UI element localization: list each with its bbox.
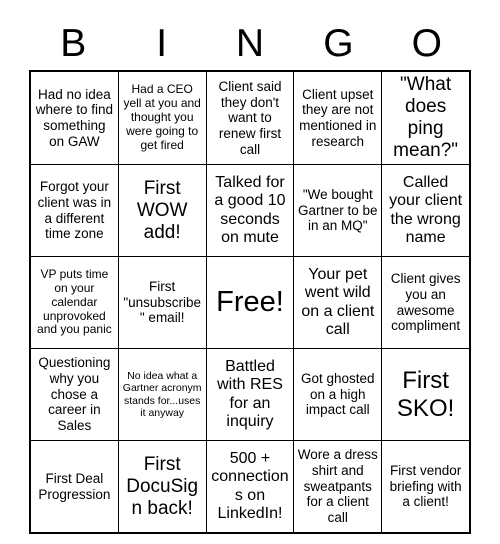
bingo-row: VP puts time on your calendar unprovoked… bbox=[29, 256, 471, 350]
bingo-cell[interactable]: First vendor briefing with a client! bbox=[381, 440, 471, 534]
bingo-cell[interactable]: Got ghosted on a high impact call bbox=[293, 348, 383, 442]
bingo-cell[interactable]: No idea what a Gartner acronym stands fo… bbox=[117, 348, 207, 442]
header-letter-i: I bbox=[156, 21, 168, 65]
bingo-cell[interactable]: Had a CEO yell at you and thought you we… bbox=[117, 70, 207, 166]
bingo-cell[interactable]: First DocuSign back! bbox=[117, 440, 207, 534]
bingo-cell[interactable]: First "unsubscribe" email! bbox=[117, 256, 207, 350]
bingo-cell[interactable]: Called your client the wrong name bbox=[381, 164, 471, 258]
header-letter-b: B bbox=[60, 21, 87, 65]
bingo-row: Forgot your client was in a different ti… bbox=[29, 164, 471, 258]
bingo-cell[interactable]: First SKO! bbox=[381, 348, 471, 442]
bingo-grid: Had no idea where to find something on G… bbox=[29, 70, 471, 535]
bingo-cell[interactable]: Client said they don't want to renew fir… bbox=[205, 70, 295, 166]
bingo-cell[interactable]: Client gives you an awesome compliment bbox=[381, 256, 471, 350]
bingo-cell-free[interactable]: Free! bbox=[205, 256, 295, 350]
bingo-cell[interactable]: "We bought Gartner to be in an MQ" bbox=[293, 164, 383, 258]
bingo-row: Had no idea where to find something on G… bbox=[29, 70, 471, 166]
bingo-cell[interactable]: 500 + connections on LinkedIn! bbox=[205, 440, 295, 534]
bingo-card: B I N G O Had no idea where to find some… bbox=[29, 16, 471, 535]
header-letter-o: O bbox=[411, 21, 442, 65]
bingo-cell[interactable]: Talked for a good 10 seconds on mute bbox=[205, 164, 295, 258]
bingo-row: Questioning why you chose a career in Sa… bbox=[29, 348, 471, 442]
bingo-cell[interactable]: VP puts time on your calendar unprovoked… bbox=[29, 256, 119, 350]
bingo-cell[interactable]: "What does ping mean?" bbox=[381, 70, 471, 166]
header-letter-g: G bbox=[323, 21, 354, 65]
header-letter-n: N bbox=[235, 21, 265, 65]
bingo-header: B I N G O bbox=[29, 16, 471, 70]
bingo-cell[interactable]: Your pet went wild on a client call bbox=[293, 256, 383, 350]
bingo-cell[interactable]: Had no idea where to find something on G… bbox=[29, 70, 119, 166]
bingo-cell[interactable]: Questioning why you chose a career in Sa… bbox=[29, 348, 119, 442]
bingo-cell[interactable]: Forgot your client was in a different ti… bbox=[29, 164, 119, 258]
bingo-cell[interactable]: Wore a dress shirt and sweatpants for a … bbox=[293, 440, 383, 534]
bingo-cell[interactable]: First WOW add! bbox=[117, 164, 207, 258]
bingo-cell[interactable]: First Deal Progression bbox=[29, 440, 119, 534]
bingo-row: First Deal Progression First DocuSign ba… bbox=[29, 440, 471, 534]
bingo-cell[interactable]: Battled with RES for an inquiry bbox=[205, 348, 295, 442]
bingo-cell[interactable]: Client upset they are not mentioned in r… bbox=[293, 70, 383, 166]
